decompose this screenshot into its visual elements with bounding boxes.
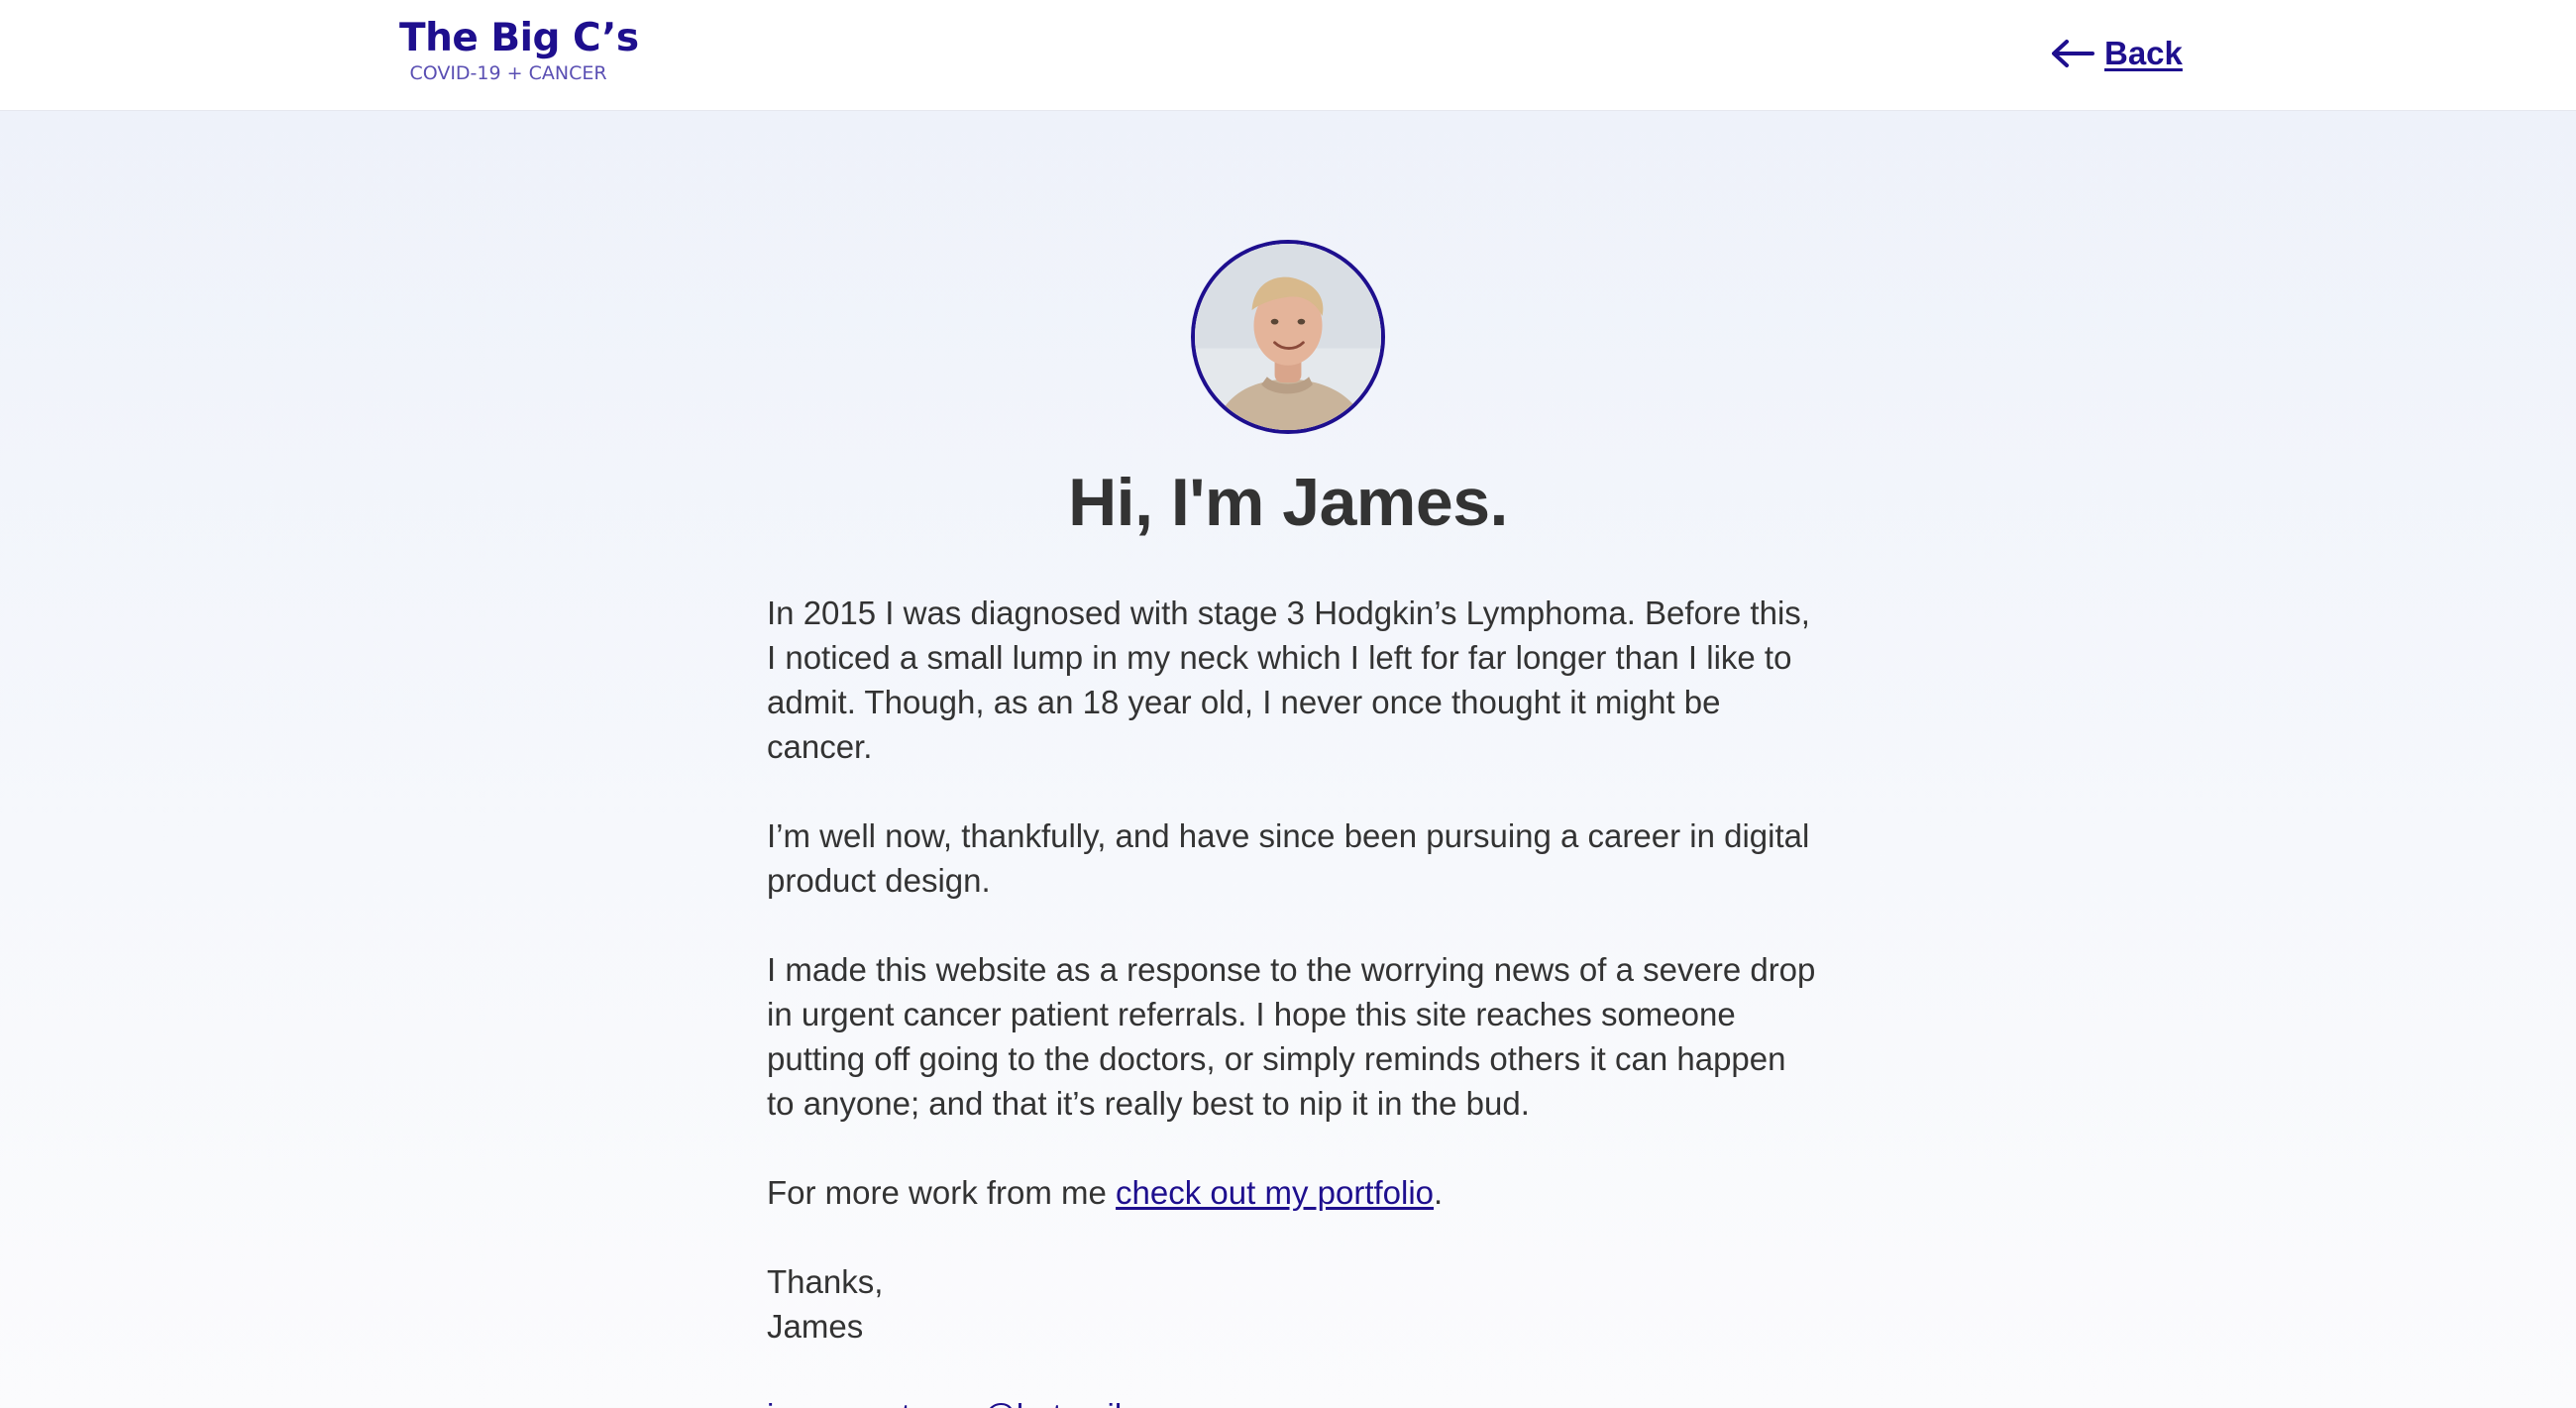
logo-title: The Big C’s	[399, 16, 639, 60]
portfolio-link[interactable]: check out my portfolio	[1116, 1174, 1434, 1211]
back-link[interactable]: Back	[2049, 30, 2183, 77]
signoff-block: Thanks, James	[767, 1259, 1817, 1349]
avatar	[1191, 240, 1385, 434]
back-label: Back	[2104, 35, 2183, 71]
paragraph-portfolio: For more work from me check out my portf…	[767, 1170, 1817, 1215]
site-logo[interactable]: The Big C’s COVID-19 + CANCER	[399, 16, 639, 85]
profile-photo	[1195, 244, 1381, 430]
signature: James	[767, 1308, 864, 1345]
portfolio-suffix: .	[1434, 1174, 1444, 1211]
logo-subtitle: COVID-19 + CANCER	[409, 62, 607, 84]
email-link[interactable]: jamesnorton__@hotmail.com	[767, 1397, 1193, 1408]
arrow-left-icon	[2049, 38, 2096, 69]
paragraph-career: I’m well now, thankfully, and have since…	[767, 817, 1810, 899]
signoff: Thanks,	[767, 1263, 884, 1300]
portfolio-prefix: For more work from me	[767, 1174, 1117, 1211]
site-header: The Big C’s COVID-19 + CANCER Back	[0, 0, 2576, 111]
about-content: In 2015 I was diagnosed with stage 3 Hod…	[767, 591, 1817, 1408]
page-title: Hi, I'm James.	[1068, 465, 1508, 540]
paragraph-diagnosis: In 2015 I was diagnosed with stage 3 Hod…	[767, 595, 1810, 765]
contact-email-block: jamesnorton__@hotmail.com	[767, 1393, 1817, 1408]
paragraph-purpose: I made this website as a response to the…	[767, 951, 1816, 1122]
